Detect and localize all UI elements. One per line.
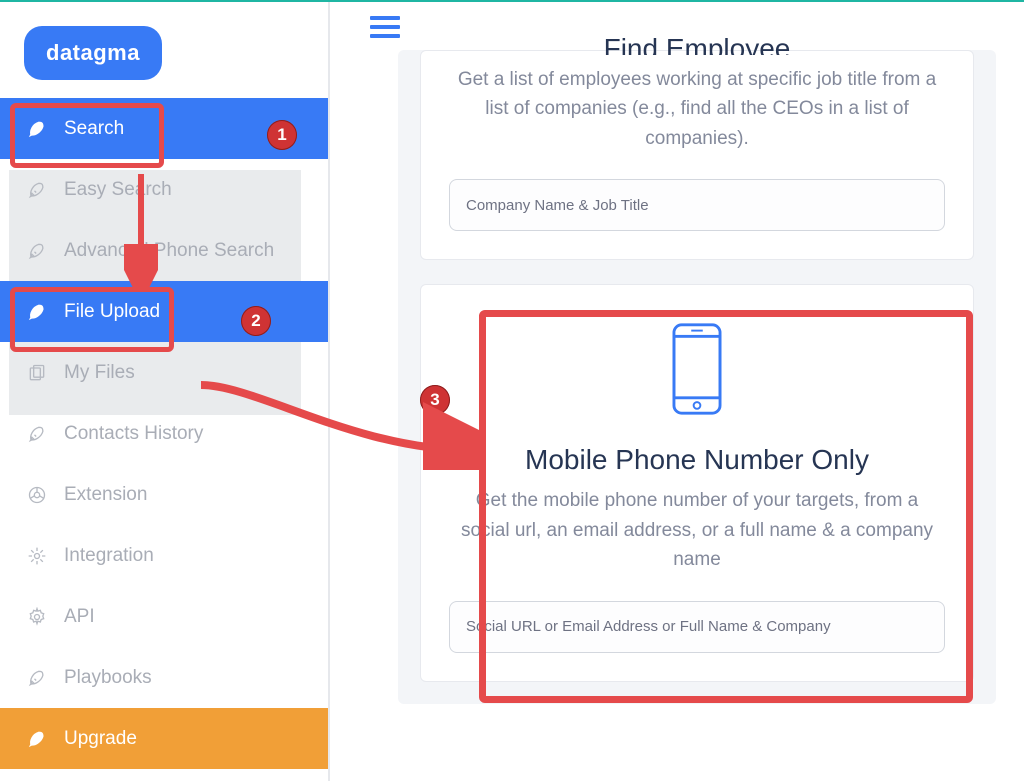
rocket-icon [26,423,48,445]
card-mobile-phone[interactable]: Mobile Phone Number Only Get the mobile … [420,284,974,681]
sidebar-item-playbooks[interactable]: Playbooks [0,647,328,708]
sidebar-item-label: Contacts History [64,423,203,445]
mobile-phone-input[interactable]: Social URL or Email Address or Full Name… [449,601,945,653]
hub-icon [26,545,48,567]
sidebar-item-extension[interactable]: Extension [0,464,328,525]
sidebar-item-label: Playbooks [64,667,152,689]
rocket-icon [26,301,48,323]
sidebar-item-label: API [64,606,95,628]
sidebar-item-search[interactable]: Search [0,98,328,159]
hamburger-menu-button[interactable] [370,16,400,40]
card-title: Find Employee [449,33,945,55]
brand-logo: datagma [24,26,162,80]
main-content: Find Employee Get a list of employees wo… [398,50,996,704]
sidebar-item-file-upload[interactable]: File Upload [0,281,328,342]
chrome-icon [26,484,48,506]
sidebar-item-label: Advanced Phone Search [64,240,274,262]
sidebar-item-integration[interactable]: Integration [0,525,328,586]
sidebar-item-label: My Files [64,362,135,384]
sidebar-item-my-files[interactable]: My Files [0,342,328,403]
card-title: Mobile Phone Number Only [449,444,945,476]
sidebar-item-label: Integration [64,545,154,567]
rocket-icon [26,728,48,750]
rocket-icon [26,240,48,262]
sidebar-item-api[interactable]: API [0,586,328,647]
sidebar-item-label: Search [64,118,124,140]
sidebar-item-easy-search[interactable]: Easy Search [0,159,328,220]
sidebar-item-label: Upgrade [64,728,137,750]
sidebar-item-label: Extension [64,484,147,506]
sidebar-item-contacts-history[interactable]: Contacts History [0,403,328,464]
rocket-icon [26,179,48,201]
sidebar-nav: Search Easy Search Advanced Phone Search… [0,98,328,769]
files-icon [26,362,48,384]
card-find-employee[interactable]: Find Employee Get a list of employees wo… [420,50,974,260]
card-description: Get the mobile phone number of your targ… [449,486,945,574]
sidebar-item-label: Easy Search [64,179,172,201]
sidebar-item-advanced-phone-search[interactable]: Advanced Phone Search [0,220,328,281]
gear-icon [26,606,48,628]
smartphone-icon [666,321,728,422]
find-employee-input[interactable]: Company Name & Job Title [449,179,945,231]
card-description: Get a list of employees working at speci… [449,65,945,153]
rocket-icon [26,118,48,140]
sidebar: datagma Search Easy Search Advanced Phon… [0,2,330,781]
sidebar-item-label: File Upload [64,301,160,323]
sidebar-item-upgrade[interactable]: Upgrade [0,708,328,769]
rocket-icon [26,667,48,689]
